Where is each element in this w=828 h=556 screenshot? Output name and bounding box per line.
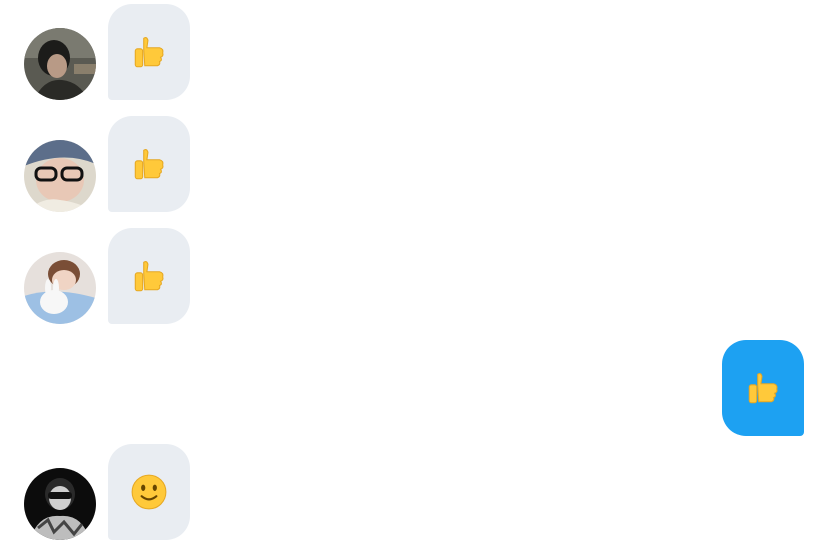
slightly-smiling-face-emoji bbox=[131, 474, 167, 510]
thumbs-up-emoji bbox=[134, 149, 164, 180]
message-row bbox=[0, 116, 828, 212]
message-bubble[interactable] bbox=[108, 444, 190, 540]
thumbs-up-emoji bbox=[134, 37, 164, 68]
thumbs-up-emoji bbox=[748, 373, 778, 404]
user-avatar-1[interactable] bbox=[24, 28, 96, 100]
user-avatar-3[interactable] bbox=[24, 252, 96, 324]
message-row bbox=[0, 4, 828, 100]
message-bubble[interactable] bbox=[108, 4, 190, 100]
message-thread bbox=[0, 0, 828, 556]
message-row bbox=[0, 444, 828, 540]
message-bubble-outgoing[interactable] bbox=[722, 340, 804, 436]
message-bubble[interactable] bbox=[108, 228, 190, 324]
user-avatar-4[interactable] bbox=[24, 468, 96, 540]
message-bubble[interactable] bbox=[108, 116, 190, 212]
message-row bbox=[0, 228, 828, 324]
message-row-outgoing bbox=[0, 340, 828, 436]
thumbs-up-emoji bbox=[134, 261, 164, 292]
user-avatar-2[interactable] bbox=[24, 140, 96, 212]
